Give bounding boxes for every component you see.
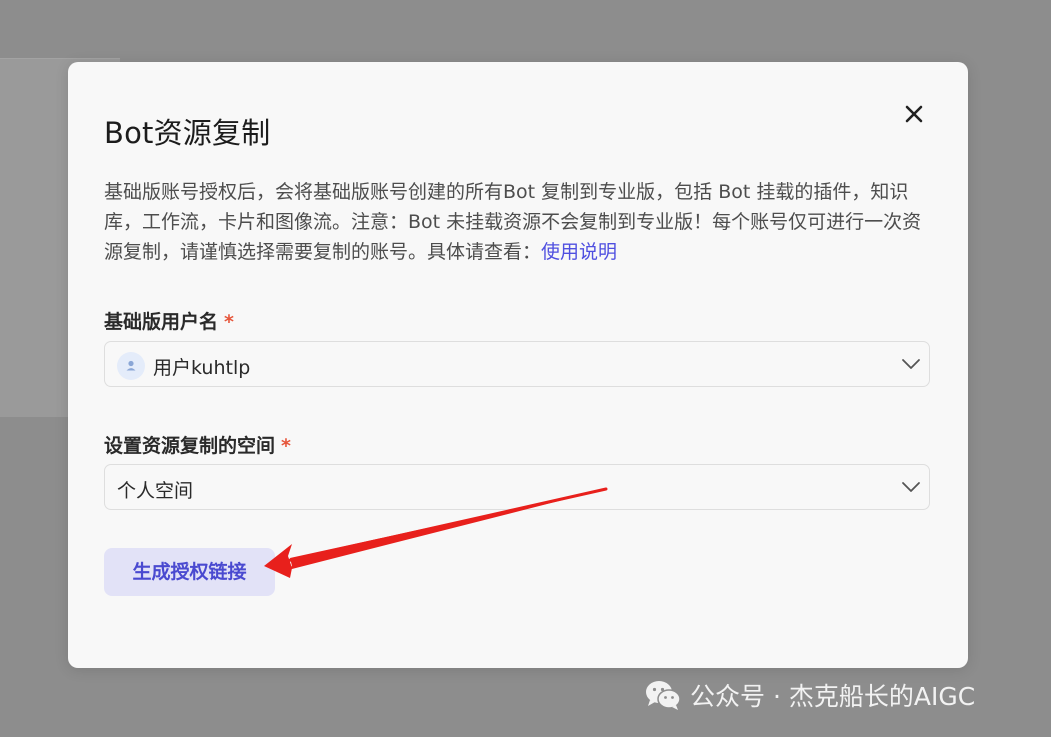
wechat-icon xyxy=(646,681,681,710)
close-button[interactable] xyxy=(900,100,928,128)
required-mark: * xyxy=(281,435,291,457)
required-mark: * xyxy=(224,311,234,333)
dialog-description: 基础版账号授权后，会将基础版账号创建的所有Bot 复制到专业版，包括 Bot 挂… xyxy=(104,177,934,267)
username-label: 基础版用户名 * xyxy=(104,307,234,334)
space-select[interactable]: 个人空间 xyxy=(104,464,930,510)
dialog-title: Bot资源复制 xyxy=(104,116,271,150)
watermark-text: 公众号 · 杰克船长的AIGC xyxy=(690,682,976,711)
space-label: 设置资源复制的空间 * xyxy=(104,431,291,458)
generate-auth-link-button[interactable]: 生成授权链接 xyxy=(104,548,275,596)
help-link[interactable]: 使用说明 xyxy=(541,241,617,263)
user-avatar-icon xyxy=(117,352,145,380)
space-label-text: 设置资源复制的空间 xyxy=(104,435,276,457)
resource-copy-dialog: Bot资源复制 基础版账号授权后，会将基础版账号创建的所有Bot 复制到专业版，… xyxy=(68,62,968,668)
space-value: 个人空间 xyxy=(117,480,194,502)
chevron-down-icon xyxy=(902,482,920,492)
username-select[interactable]: 用户kuhtlp xyxy=(104,341,930,387)
description-text: 基础版账号授权后，会将基础版账号创建的所有Bot 复制到专业版，包括 Bot 挂… xyxy=(104,181,922,263)
watermark: 公众号 · 杰克船长的AIGC xyxy=(644,676,975,714)
chevron-down-icon xyxy=(902,359,920,369)
close-icon xyxy=(905,105,923,123)
username-value: 用户kuhtlp xyxy=(153,357,251,379)
username-label-text: 基础版用户名 xyxy=(104,311,219,333)
